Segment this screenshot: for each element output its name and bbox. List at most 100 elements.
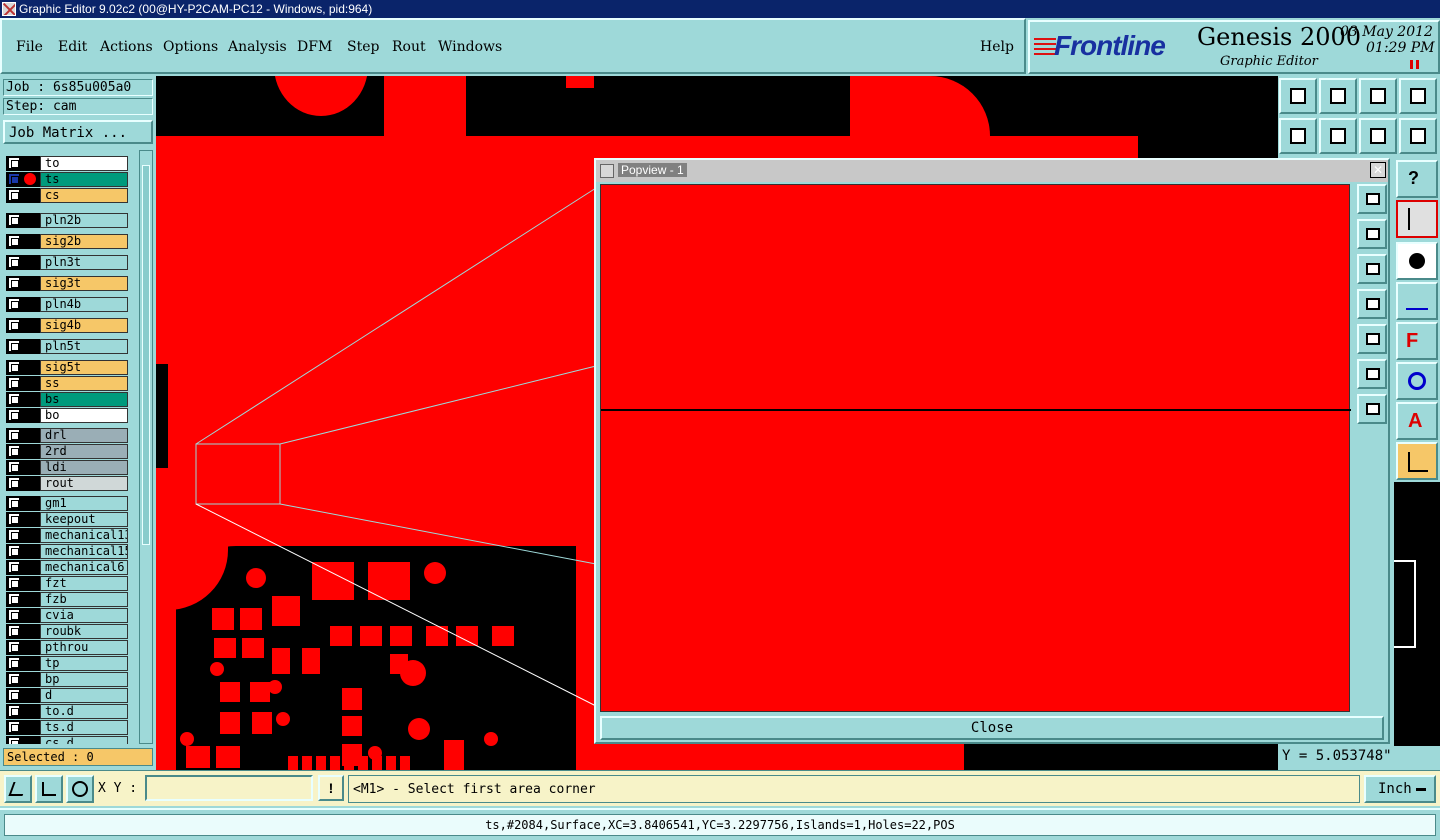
layer-checkbox[interactable] [8, 235, 20, 247]
layer-row-roubk[interactable]: roubk [6, 624, 128, 639]
scrollbar-thumb[interactable] [142, 165, 150, 545]
menu-actions[interactable]: Actions [100, 39, 153, 55]
layer-checkbox[interactable] [8, 319, 20, 331]
layer-checkbox[interactable] [8, 361, 20, 373]
layer-checkbox[interactable] [8, 157, 20, 169]
layer-row-ss[interactable]: ss [6, 376, 128, 391]
layer-name[interactable]: ldi [40, 460, 128, 475]
pause-icon[interactable] [1410, 60, 1419, 69]
layer-row-rout[interactable]: rout [6, 476, 128, 491]
layer-name[interactable]: pln2b [40, 213, 128, 228]
layer-row-cvia[interactable]: cvia [6, 608, 128, 623]
layer-name[interactable]: bo [40, 408, 128, 423]
layer-row-sig5t[interactable]: sig5t [6, 360, 128, 375]
redraw-button[interactable] [1359, 118, 1397, 154]
job-matrix-button[interactable]: Job Matrix ... [3, 120, 153, 144]
layer-row-sig4b[interactable]: sig4b [6, 318, 128, 333]
popview-expand-button[interactable] [1357, 359, 1387, 389]
layer-checkbox[interactable] [8, 256, 20, 268]
layer-name[interactable]: fzt [40, 576, 128, 591]
layer-checkbox[interactable] [8, 625, 20, 637]
layer-row-pln4b[interactable]: pln4b [6, 297, 128, 312]
layer-name[interactable]: bp [40, 672, 128, 687]
layer-checkbox[interactable] [8, 705, 20, 717]
layer-name[interactable]: cvia [40, 608, 128, 623]
layer-name[interactable]: ss [40, 376, 128, 391]
help-tool-button[interactable]: ? [1396, 160, 1438, 198]
resize-tool-button[interactable] [4, 775, 32, 803]
layer-checkbox[interactable] [8, 429, 20, 441]
menu-dfm[interactable]: DFM [297, 39, 332, 55]
layer-row-mechanical13[interactable]: mechanical13 [6, 528, 128, 543]
layer-checkbox[interactable] [8, 737, 20, 744]
layer-checkbox[interactable] [8, 214, 20, 226]
layer-row-2rd[interactable]: 2rd [6, 444, 128, 459]
layer-checkbox[interactable] [8, 673, 20, 685]
units-select[interactable]: Inch [1364, 775, 1436, 803]
window-split-button[interactable] [1399, 78, 1437, 114]
layer-row-pln5t[interactable]: pln5t [6, 339, 128, 354]
layer-name[interactable]: roubk [40, 624, 128, 639]
layer-checkbox[interactable] [8, 529, 20, 541]
popview-close-button[interactable]: Close [600, 716, 1384, 740]
menu-edit[interactable]: Edit [58, 39, 87, 55]
layer-checkbox[interactable] [8, 657, 20, 669]
layers-tool-button[interactable] [1396, 200, 1438, 238]
popview-title-bar[interactable]: Popview - 1 ✕ [596, 160, 1388, 182]
layer-name[interactable]: pln3t [40, 255, 128, 270]
layer-row-fzb[interactable]: fzb [6, 592, 128, 607]
layer-list-scrollbar[interactable] [139, 150, 153, 744]
popview-pan-left-button[interactable] [1357, 289, 1387, 319]
menu-step[interactable]: Step [347, 39, 379, 55]
layer-row-bs[interactable]: bs [6, 392, 128, 407]
layer-name[interactable]: pln4b [40, 297, 128, 312]
layer-checkbox[interactable] [8, 445, 20, 457]
measure-tool-button[interactable] [35, 775, 63, 803]
pan-left-button[interactable] [1279, 118, 1317, 154]
line-tool-button[interactable] [1396, 282, 1438, 320]
layer-checkbox[interactable] [8, 641, 20, 653]
layer-row-drl[interactable]: drl [6, 428, 128, 443]
exclaim-button[interactable]: ! [318, 775, 344, 801]
menu-rout[interactable]: Rout [392, 39, 426, 55]
layer-row-bo[interactable]: bo [6, 408, 128, 423]
snap-button[interactable] [1399, 118, 1437, 154]
popview-zoom-in-button[interactable] [1357, 219, 1387, 249]
layer-checkbox[interactable] [8, 461, 20, 473]
layer-row-ts-d[interactable]: ts.d [6, 720, 128, 735]
layer-checkbox[interactable] [8, 189, 20, 201]
layer-name[interactable]: sig2b [40, 234, 128, 249]
layer-name[interactable]: bs [40, 392, 128, 407]
pad-tool-button[interactable] [1396, 242, 1438, 280]
layer-name[interactable]: to [40, 156, 128, 171]
menu-windows[interactable]: Windows [438, 39, 502, 55]
zoom-out-button[interactable] [1359, 78, 1397, 114]
layer-checkbox[interactable] [8, 609, 20, 621]
layer-checkbox[interactable] [8, 561, 20, 573]
layer-checkbox[interactable] [8, 477, 20, 489]
zoom-home-button[interactable] [1279, 78, 1317, 114]
layer-row-tp[interactable]: tp [6, 656, 128, 671]
layer-row-cs-d[interactable]: cs.d [6, 736, 128, 744]
layer-row-mechanical6[interactable]: mechanical6 [6, 560, 128, 575]
layer-row-mechanical15[interactable]: mechanical15 [6, 544, 128, 559]
menu-file[interactable]: File [16, 39, 43, 55]
layer-checkbox[interactable] [8, 393, 20, 405]
layer-name[interactable]: mechanical13 [40, 528, 128, 543]
layer-checkbox[interactable] [8, 689, 20, 701]
layer-row-ldi[interactable]: ldi [6, 460, 128, 475]
layer-checkbox[interactable] [8, 298, 20, 310]
layer-checkbox[interactable] [8, 497, 20, 509]
layer-name[interactable]: gm1 [40, 496, 128, 511]
layer-name[interactable]: fzb [40, 592, 128, 607]
menu-options[interactable]: Options [163, 39, 218, 55]
layer-row-d[interactable]: d [6, 688, 128, 703]
layer-checkbox[interactable] [8, 377, 20, 389]
layer-checkbox[interactable] [8, 513, 20, 525]
popview-fit-button[interactable] [1357, 184, 1387, 214]
layer-row-bp[interactable]: bp [6, 672, 128, 687]
layer-row-to-d[interactable]: to.d [6, 704, 128, 719]
layer-row-gm1[interactable]: gm1 [6, 496, 128, 511]
popview-zoom-out-button[interactable] [1357, 254, 1387, 284]
layer-name[interactable]: d [40, 688, 128, 703]
